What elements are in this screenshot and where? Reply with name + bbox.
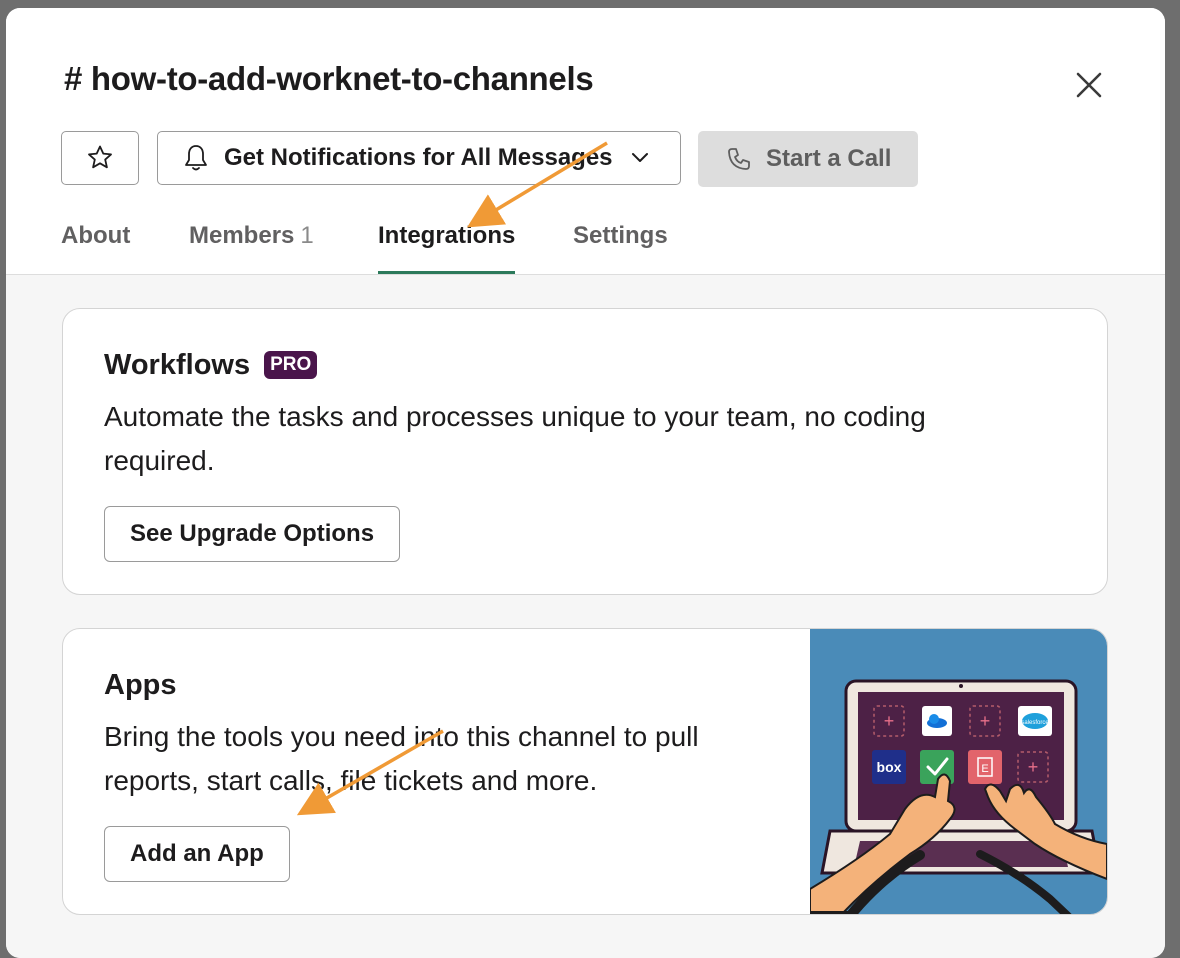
add-an-app-button[interactable]: Add an App bbox=[104, 826, 290, 882]
tab-settings[interactable]: Settings bbox=[573, 222, 668, 274]
star-icon bbox=[88, 145, 112, 169]
salesforce-icon: salesforce bbox=[1018, 706, 1052, 736]
close-icon bbox=[1076, 72, 1102, 98]
svg-text:+: + bbox=[884, 711, 895, 731]
star-channel-button[interactable] bbox=[61, 131, 139, 185]
evernote-icon: E bbox=[968, 750, 1002, 784]
bell-icon bbox=[185, 145, 207, 171]
chevron-down-icon bbox=[631, 153, 648, 162]
modal-header: # how-to-add-worknet-to-channels Get Not… bbox=[6, 8, 1165, 275]
svg-text:E: E bbox=[981, 763, 988, 775]
apps-title: Apps bbox=[104, 669, 177, 701]
close-button[interactable] bbox=[1072, 68, 1106, 102]
channel-title: # how-to-add-worknet-to-channels bbox=[64, 60, 594, 97]
tab-about-label: About bbox=[61, 222, 131, 249]
tab-integrations[interactable]: Integrations bbox=[378, 222, 516, 274]
apps-card: Apps Bring the tools you need into this … bbox=[62, 628, 1108, 915]
notifications-dropdown[interactable]: Get Notifications for All Messages bbox=[157, 131, 681, 185]
svg-text:+: + bbox=[1028, 757, 1039, 777]
integrations-panel: Workflows PRO Automate the tasks and proc… bbox=[6, 275, 1165, 958]
workflows-title: Workflows PRO bbox=[104, 349, 318, 382]
tab-integrations-label: Integrations bbox=[378, 222, 516, 249]
members-count: 1 bbox=[300, 222, 314, 249]
see-upgrade-options-button[interactable]: See Upgrade Options bbox=[104, 506, 401, 562]
workflows-card: Workflows PRO Automate the tasks and proc… bbox=[62, 308, 1108, 595]
start-call-button[interactable]: Start a Call bbox=[698, 131, 918, 187]
tab-settings-label: Settings bbox=[573, 222, 668, 249]
box-icon: box bbox=[872, 750, 906, 784]
channel-details-modal: # how-to-add-worknet-to-channels Get Not… bbox=[6, 8, 1165, 958]
workflows-description: Automate the tasks and processes unique … bbox=[104, 401, 926, 476]
tab-about[interactable]: About bbox=[61, 222, 130, 274]
box-label: box bbox=[877, 759, 902, 775]
notifications-label: Get Notifications for All Messages bbox=[224, 144, 613, 171]
salesforce-label: salesforce bbox=[1021, 720, 1049, 726]
pro-badge: PRO bbox=[264, 351, 318, 379]
workflows-title-text: Workflows bbox=[104, 349, 251, 381]
apps-description: Bring the tools you need into this chann… bbox=[104, 721, 699, 796]
onedrive-icon bbox=[922, 706, 952, 736]
phone-icon bbox=[728, 148, 750, 170]
apps-illustration: + + salesforce box E + bbox=[810, 629, 1107, 914]
tab-members-label: Members bbox=[189, 222, 295, 249]
start-call-label: Start a Call bbox=[766, 145, 892, 172]
tab-members[interactable]: Members 1 bbox=[189, 222, 314, 274]
svg-text:+: + bbox=[980, 711, 991, 731]
